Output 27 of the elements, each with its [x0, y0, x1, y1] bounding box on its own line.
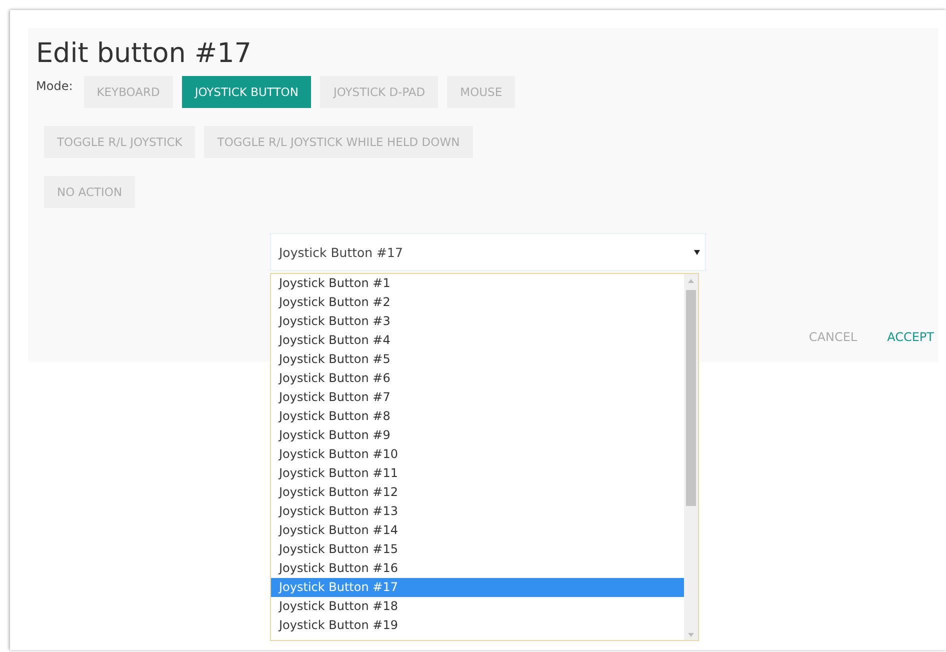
mode-label: Mode:: [36, 78, 73, 93]
dropdown-option[interactable]: Joystick Button #6: [271, 369, 684, 388]
caret-icon: [694, 250, 700, 254]
dropdown-option[interactable]: Joystick Button #4: [271, 331, 684, 350]
dropdown-option[interactable]: Joystick Button #5: [271, 350, 684, 369]
dropdown-option[interactable]: Joystick Button #15: [271, 540, 684, 559]
dropdown-option[interactable]: Joystick Button #2: [271, 293, 684, 312]
scroll-down-icon[interactable]: [688, 633, 694, 637]
mode-button[interactable]: JOYSTICK BUTTON: [182, 76, 312, 108]
dropdown-option[interactable]: Joystick Button #18: [271, 597, 684, 616]
button-select[interactable]: Joystick Button #17: [270, 233, 706, 271]
dropdown-option[interactable]: Joystick Button #1: [271, 274, 684, 293]
dropdown-option[interactable]: Joystick Button #11: [271, 464, 684, 483]
dropdown-option[interactable]: Joystick Button #16: [271, 559, 684, 578]
dialog-title: Edit button #17: [36, 38, 252, 71]
dropdown-option[interactable]: Joystick Button #12: [271, 483, 684, 502]
scrollbar[interactable]: [684, 274, 698, 640]
dropdown-option[interactable]: Joystick Button #7: [271, 388, 684, 407]
dropdown-option[interactable]: Joystick Button #3: [271, 312, 684, 331]
scrollbar-thumb[interactable]: [686, 290, 696, 506]
dropdown-option[interactable]: Joystick Button #19: [271, 616, 684, 635]
scroll-up-icon[interactable]: [688, 279, 694, 283]
dropdown-option[interactable]: Joystick Button #13: [271, 502, 684, 521]
dropdown-option[interactable]: Joystick Button #8: [271, 407, 684, 426]
dropdown-option[interactable]: Joystick Button #10: [271, 445, 684, 464]
dropdown-option[interactable]: Joystick Button #9: [271, 426, 684, 445]
dropdown-option[interactable]: Joystick Button #14: [271, 521, 684, 540]
